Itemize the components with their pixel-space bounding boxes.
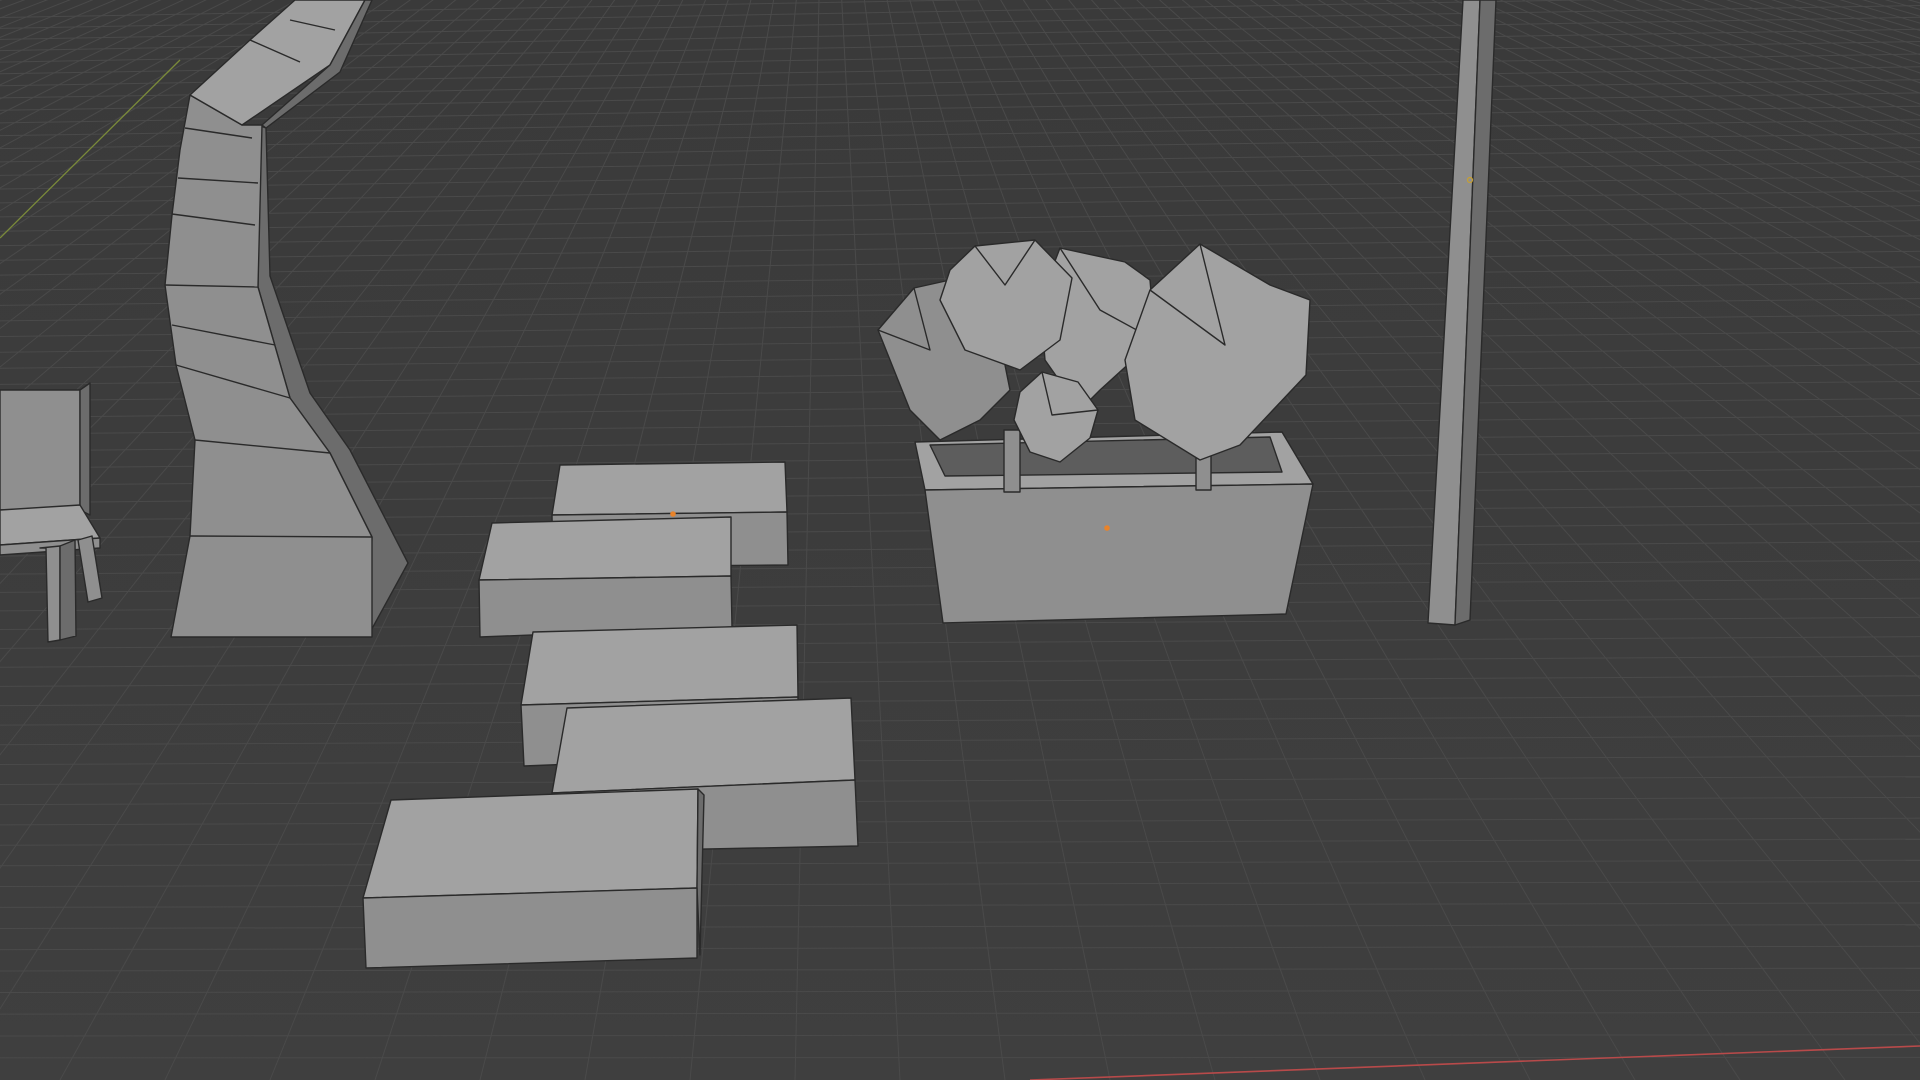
- stepping-stone[interactable]: [362, 788, 705, 969]
- origin-point: [670, 511, 676, 517]
- stepping-stone[interactable]: [478, 516, 733, 638]
- planter-box[interactable]: [914, 431, 1314, 624]
- origin-point: [1104, 525, 1110, 531]
- 3d-viewport[interactable]: [0, 0, 1920, 1080]
